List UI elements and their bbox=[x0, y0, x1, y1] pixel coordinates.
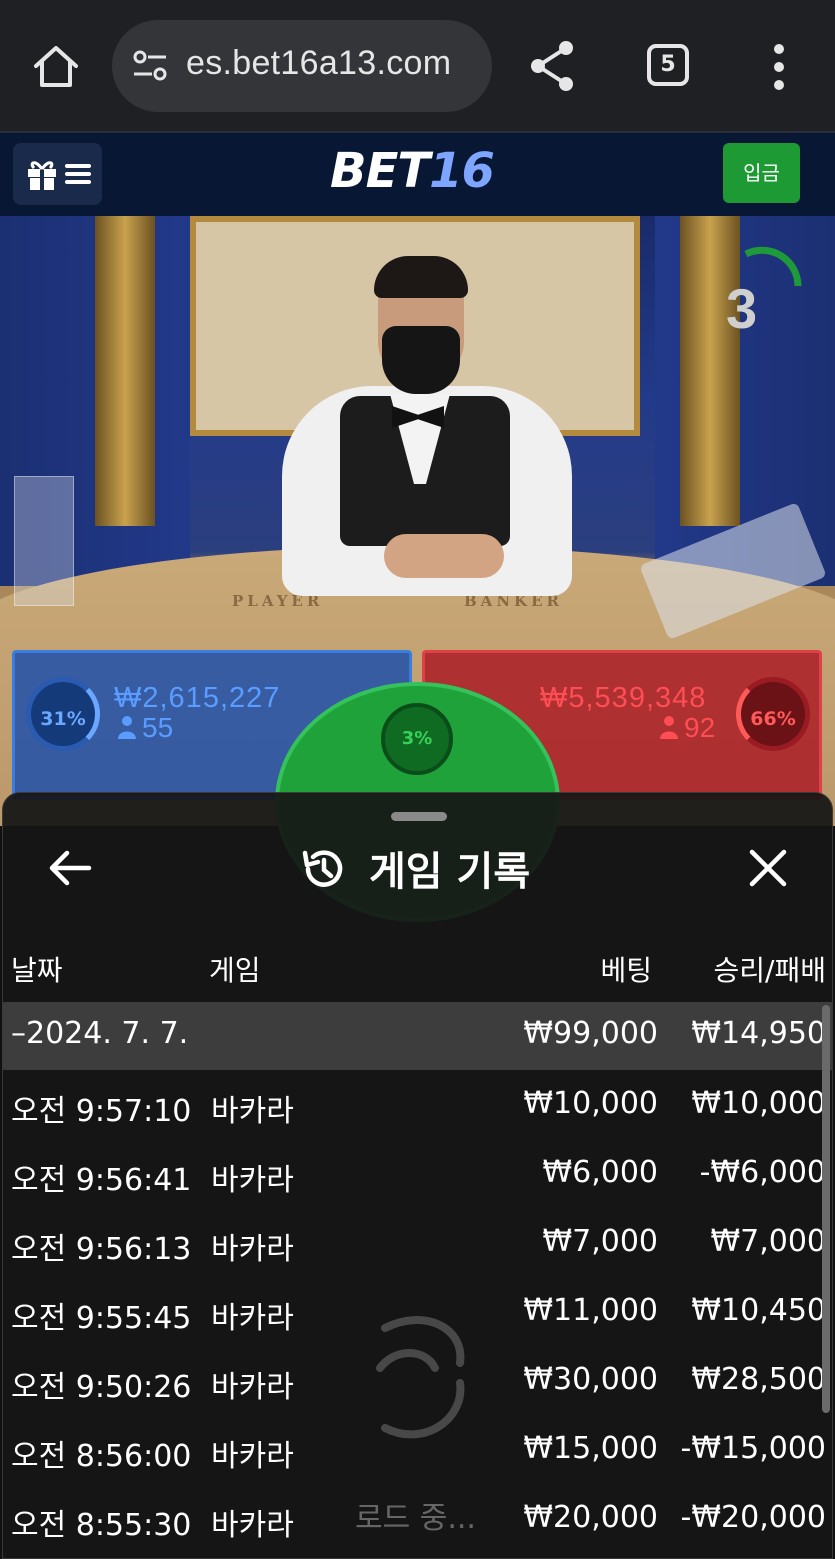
banker-bettor-count: 92 bbox=[660, 712, 715, 744]
history-icon bbox=[302, 850, 343, 887]
row-bet: ₩6,000 bbox=[542, 1155, 658, 1190]
person-icon bbox=[118, 716, 136, 739]
row-time: 오전 9:50:26 bbox=[11, 1370, 192, 1405]
row-result: ₩10,000 bbox=[691, 1086, 826, 1121]
banker-count-value: 92 bbox=[684, 712, 716, 743]
site-header: BET16 입금 bbox=[0, 131, 835, 216]
scrollbar[interactable] bbox=[822, 1005, 830, 1413]
deposit-button[interactable]: 입금 bbox=[723, 143, 800, 203]
history-row[interactable]: 오전 8:55:30 바카라 ₩20,000 -₩20,000 bbox=[3, 1490, 832, 1558]
row-game: 바카라 bbox=[211, 1232, 294, 1267]
banker-percent: 66% bbox=[736, 677, 810, 751]
dealer-hands bbox=[384, 534, 504, 578]
row-time: 오전 9:55:45 bbox=[11, 1301, 192, 1336]
banker-bet-amount: ₩5,539,348 bbox=[540, 682, 707, 714]
tie-percent: 3% bbox=[381, 703, 453, 775]
column-result: 승리/패배 bbox=[713, 954, 826, 987]
row-game: 바카라 bbox=[211, 1370, 294, 1405]
row-game: 바카라 bbox=[211, 1508, 294, 1543]
history-table-header: 날짜 게임 베팅 승리/패배 bbox=[3, 945, 832, 995]
row-result: ₩7,000 bbox=[710, 1224, 826, 1259]
history-row[interactable]: 오전 9:57:10 바카라 ₩10,000 ₩10,000 bbox=[3, 1076, 832, 1145]
history-row[interactable]: 오전 9:56:41 바카라 ₩6,000 -₩6,000 bbox=[3, 1145, 832, 1214]
row-game: 바카라 bbox=[211, 1094, 294, 1129]
date-group-row[interactable]: –2024. 7. 7. ₩99,000 ₩14,950 bbox=[3, 1002, 832, 1070]
player-count-value: 55 bbox=[142, 712, 174, 743]
row-time: 오전 8:55:30 bbox=[11, 1508, 192, 1543]
row-bet: ₩30,000 bbox=[523, 1362, 658, 1397]
row-bet: ₩11,000 bbox=[523, 1293, 658, 1328]
sheet-drag-handle[interactable] bbox=[391, 812, 447, 821]
hamburger-icon bbox=[65, 164, 91, 184]
row-bet: ₩15,000 bbox=[523, 1431, 658, 1466]
row-bet: ₩20,000 bbox=[523, 1500, 658, 1535]
gift-icon bbox=[28, 161, 56, 190]
date-group-date: –2024. 7. 7. bbox=[11, 1016, 189, 1051]
column-bet: 베팅 bbox=[600, 954, 652, 987]
row-result: -₩15,000 bbox=[680, 1431, 826, 1466]
site-settings-icon[interactable] bbox=[130, 46, 170, 86]
row-bet: ₩7,000 bbox=[542, 1224, 658, 1259]
logo-text-16: 16 bbox=[429, 143, 495, 199]
row-time: 오전 9:56:41 bbox=[11, 1163, 192, 1198]
discard-tray bbox=[14, 476, 74, 606]
site-logo[interactable]: BET16 bbox=[330, 143, 495, 199]
row-game: 바카라 bbox=[211, 1163, 294, 1198]
url-text[interactable]: es.bet16a13.com bbox=[186, 44, 451, 83]
row-result: -₩20,000 bbox=[680, 1500, 826, 1535]
dealer-hair bbox=[374, 256, 468, 298]
column-game: 게임 bbox=[209, 954, 261, 987]
row-time: 오전 9:57:10 bbox=[11, 1094, 192, 1129]
history-row[interactable]: 오전 9:50:26 바카라 ₩30,000 ₩28,500 bbox=[3, 1352, 832, 1421]
home-icon[interactable] bbox=[30, 40, 82, 92]
date-group-result-total: ₩14,950 bbox=[691, 1016, 826, 1051]
player-bet-amount: ₩2,615,227 bbox=[114, 682, 281, 714]
countdown-timer: 3 bbox=[726, 277, 758, 340]
row-result: ₩10,450 bbox=[691, 1293, 826, 1328]
back-arrow-icon[interactable] bbox=[45, 843, 95, 893]
row-time: 오전 9:56:13 bbox=[11, 1232, 192, 1267]
column-date: 날짜 bbox=[11, 954, 63, 987]
history-row[interactable]: 오전 9:56:13 바카라 ₩7,000 ₩7,000 bbox=[3, 1214, 832, 1283]
sheet-title: 게임 기록 bbox=[369, 849, 531, 895]
history-rows: 오전 9:57:10 바카라 ₩10,000 ₩10,000 오전 9:56:4… bbox=[3, 1076, 832, 1558]
address-bar[interactable]: es.bet16a13.com bbox=[112, 20, 492, 112]
row-game: 바카라 bbox=[211, 1301, 294, 1336]
gift-menu-button[interactable] bbox=[13, 143, 102, 205]
player-bettor-count: 55 bbox=[118, 712, 173, 744]
row-game: 바카라 bbox=[211, 1439, 294, 1474]
pillar bbox=[95, 216, 155, 526]
share-icon[interactable] bbox=[526, 38, 578, 94]
row-time: 오전 8:56:00 bbox=[11, 1439, 192, 1474]
row-result: -₩6,000 bbox=[699, 1155, 826, 1190]
date-group-bet-total: ₩99,000 bbox=[523, 1016, 658, 1051]
player-percent: 31% bbox=[26, 677, 100, 751]
game-history-sheet: 로드 중... 게임 기록 날짜 게임 베팅 승리/패배 –2024. 7. 7… bbox=[2, 792, 833, 1559]
row-result: ₩28,500 bbox=[691, 1362, 826, 1397]
history-row[interactable]: 오전 8:56:00 바카라 ₩15,000 -₩15,000 bbox=[3, 1421, 832, 1490]
browser-toolbar: es.bet16a13.com 5 bbox=[0, 0, 835, 131]
row-bet: ₩10,000 bbox=[523, 1086, 658, 1121]
more-menu-icon[interactable] bbox=[765, 42, 793, 92]
person-icon bbox=[660, 716, 678, 739]
close-icon[interactable] bbox=[743, 843, 793, 893]
tab-switcher-button[interactable]: 5 bbox=[647, 44, 689, 86]
history-row[interactable]: 오전 9:55:45 바카라 ₩11,000 ₩10,450 bbox=[3, 1283, 832, 1352]
logo-text-bet: BET bbox=[330, 143, 430, 199]
dealer-mask bbox=[382, 326, 460, 394]
